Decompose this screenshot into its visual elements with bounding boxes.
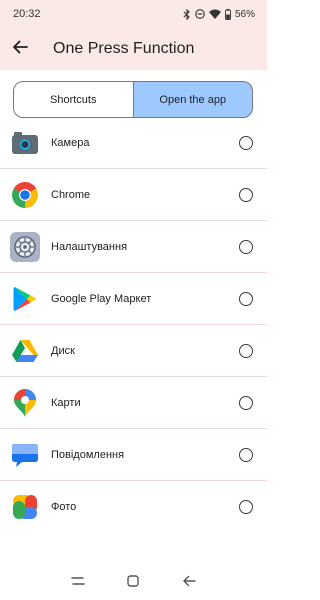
app-radio[interactable] bbox=[239, 500, 253, 514]
open-app-segment[interactable]: Open the app bbox=[132, 81, 253, 118]
system-nav-bar bbox=[0, 562, 267, 600]
play-store-icon bbox=[10, 284, 40, 314]
battery-percent: 56% bbox=[234, 8, 255, 20]
app-radio[interactable] bbox=[239, 343, 253, 358]
app-radio[interactable] bbox=[239, 395, 253, 410]
page-title: One Press Function bbox=[53, 40, 195, 57]
app-label: Повідомлення bbox=[51, 448, 125, 461]
app-radio[interactable] bbox=[239, 291, 253, 306]
app-radio[interactable] bbox=[239, 239, 253, 254]
list-item-messages[interactable]: Повідомлення bbox=[0, 429, 267, 481]
drive-icon bbox=[10, 336, 40, 366]
list-item-drive[interactable]: Диск bbox=[0, 325, 267, 377]
app-label: Фото bbox=[51, 501, 77, 513]
dnd-icon bbox=[195, 9, 205, 19]
maps-icon bbox=[10, 388, 40, 418]
app-label: Карти bbox=[51, 396, 81, 409]
home-button[interactable] bbox=[127, 575, 140, 587]
bluetooth-icon bbox=[183, 8, 191, 20]
list-item-chrome[interactable]: Chrome bbox=[0, 169, 267, 221]
app-bar: One Press Function bbox=[0, 28, 267, 70]
back-button[interactable] bbox=[0, 28, 40, 70]
status-bar: 20:32 56% bbox=[0, 0, 267, 28]
list-item-maps[interactable]: Карти bbox=[0, 377, 267, 429]
app-radio[interactable] bbox=[239, 187, 253, 202]
wifi-icon bbox=[208, 9, 221, 19]
app-label: Налаштування bbox=[51, 240, 128, 253]
status-icons: 56% bbox=[183, 8, 255, 20]
app-label: Камера bbox=[51, 136, 90, 149]
app-list: Камера Chrome Налаштування Google Play М… bbox=[0, 117, 267, 533]
settings-icon bbox=[10, 231, 40, 262]
app-radio[interactable] bbox=[239, 135, 253, 150]
list-item-play-store[interactable]: Google Play Маркет bbox=[0, 273, 267, 325]
app-label: Chrome bbox=[51, 188, 91, 201]
messages-icon bbox=[10, 440, 40, 470]
battery-icon bbox=[225, 8, 231, 20]
photos-icon bbox=[10, 492, 40, 522]
list-item-photos[interactable]: Фото bbox=[0, 481, 267, 533]
nav-back-button[interactable] bbox=[182, 575, 196, 587]
list-item-settings[interactable]: Налаштування bbox=[0, 221, 267, 273]
arrow-back-icon bbox=[12, 40, 28, 59]
app-radio[interactable] bbox=[239, 447, 253, 462]
camera-icon bbox=[10, 128, 40, 158]
app-label: Google Play Маркет bbox=[51, 292, 152, 305]
chrome-icon bbox=[10, 180, 40, 210]
mode-segmented-control: Shortcuts Open the app bbox=[13, 81, 253, 118]
recents-button[interactable] bbox=[71, 576, 85, 586]
shortcuts-segment[interactable]: Shortcuts bbox=[13, 81, 133, 118]
app-label: Диск bbox=[51, 344, 75, 357]
status-time: 20:32 bbox=[13, 8, 41, 20]
list-item-camera[interactable]: Камера bbox=[0, 117, 267, 169]
